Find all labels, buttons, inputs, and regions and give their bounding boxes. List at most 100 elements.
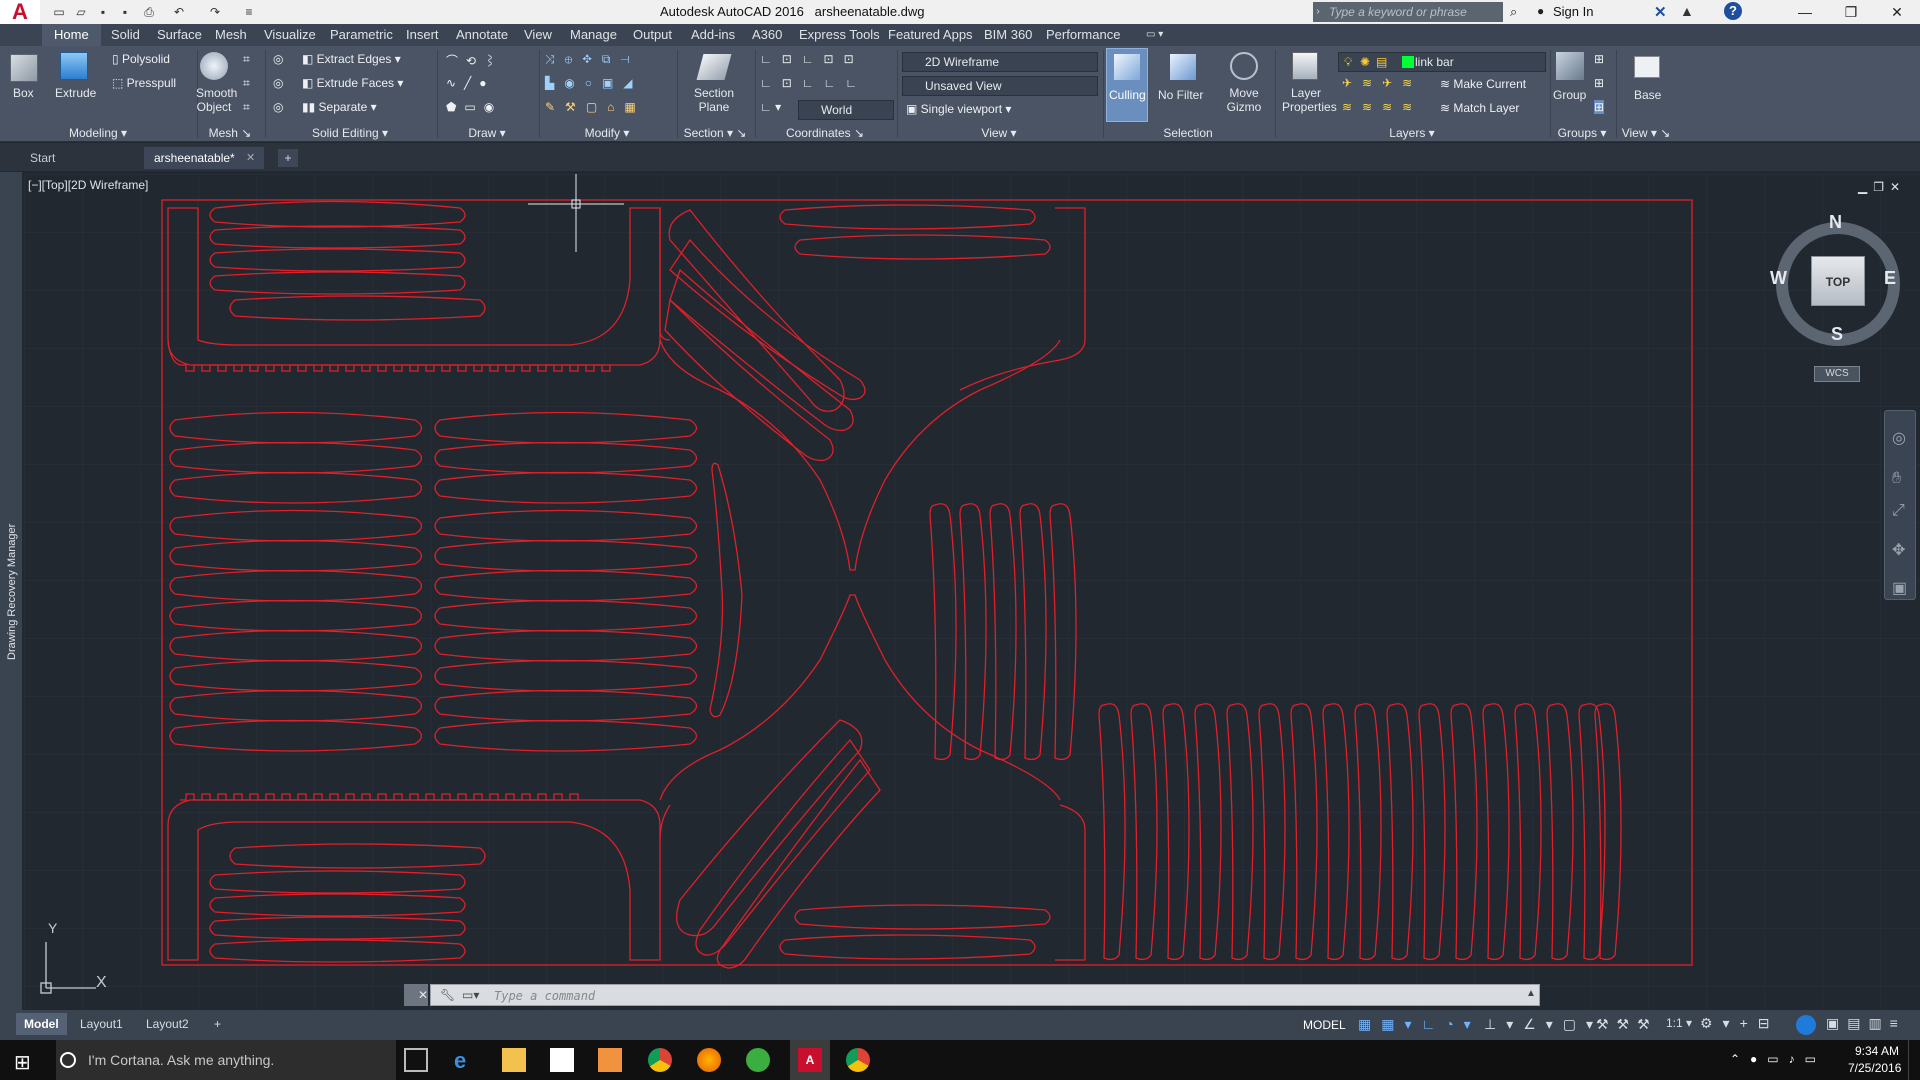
firefox-icon[interactable] bbox=[697, 1048, 721, 1072]
a360-icon[interactable]: ▲ bbox=[1680, 3, 1694, 19]
panel-title-solid-editing[interactable]: Solid Editing ▾ bbox=[265, 124, 435, 142]
utorrent-icon[interactable] bbox=[746, 1048, 770, 1072]
mesh-tool-2-icon[interactable]: ⌗ bbox=[243, 76, 250, 91]
sign-in-button[interactable]: Sign In bbox=[1553, 4, 1593, 19]
command-history-icon[interactable]: ▭▾ bbox=[462, 988, 479, 1002]
annotation-scale-dropdown[interactable]: 1:1 ▾ bbox=[1666, 1016, 1692, 1030]
extrude-faces-button[interactable]: ◧ Extrude Faces ▾ bbox=[302, 76, 403, 90]
viewcube-top-face[interactable]: TOP bbox=[1811, 256, 1865, 306]
group-button[interactable]: Group bbox=[1553, 88, 1586, 102]
named-view-dropdown[interactable]: Unsaved View bbox=[902, 76, 1098, 96]
wcs-dropdown[interactable]: WCS bbox=[1814, 366, 1860, 382]
ribbon-toggle-icon[interactable]: ▭ ▾ bbox=[1146, 24, 1163, 46]
command-close-icon[interactable]: ✕ bbox=[418, 988, 428, 1002]
tab-annotate[interactable]: Annotate bbox=[456, 24, 508, 46]
viewcube-west[interactable]: W bbox=[1770, 268, 1787, 289]
panel-title-layers[interactable]: Layers ▾ bbox=[1275, 124, 1549, 142]
section-plane-icon[interactable] bbox=[696, 54, 732, 80]
viewport-controls-label[interactable]: [−][Top][2D Wireframe] bbox=[28, 178, 148, 192]
tab-express-tools[interactable]: Express Tools bbox=[799, 24, 880, 46]
draw-tools-row-3[interactable]: ⬟▭◉ bbox=[446, 100, 502, 114]
system-tray-icons[interactable]: ⌃●▭♪▭ bbox=[1730, 1052, 1826, 1066]
layer-tools-row-3[interactable]: ≋≋≋≋ bbox=[1342, 100, 1422, 114]
viewport-window-controls[interactable]: ▁❐✕ bbox=[1858, 180, 1906, 194]
help-icon[interactable]: ? bbox=[1724, 2, 1742, 20]
steering-wheel-icon[interactable]: ◎ bbox=[1892, 428, 1906, 448]
make-current-button[interactable]: ≋ Make Current bbox=[1440, 77, 1526, 91]
panel-title-section[interactable]: Section ▾ ↘ bbox=[677, 124, 753, 142]
box-icon[interactable] bbox=[10, 54, 38, 82]
panel-title-modeling[interactable]: Modeling ▾ bbox=[0, 124, 196, 142]
panel-title-view[interactable]: View ▾ bbox=[897, 124, 1101, 142]
command-input[interactable]: Type a command bbox=[494, 989, 595, 1003]
store-icon[interactable] bbox=[550, 1048, 574, 1072]
subtract-icon[interactable]: ◎ bbox=[273, 76, 283, 90]
panel-title-coordinates[interactable]: Coordinates ↘ bbox=[755, 124, 895, 142]
base-icon[interactable] bbox=[1634, 56, 1660, 78]
status-tray-icons[interactable]: ▣▤▥≡ bbox=[1826, 1015, 1906, 1032]
command-expand-icon[interactable]: ▲ bbox=[1526, 988, 1536, 999]
binoculars-icon[interactable]: ⌕ bbox=[1510, 4, 1517, 20]
showmotion-icon[interactable]: ▣ bbox=[1892, 578, 1907, 598]
group-icon[interactable] bbox=[1556, 52, 1584, 80]
extrude-button[interactable]: Extrude bbox=[55, 86, 96, 100]
chrome-icon[interactable] bbox=[648, 1048, 672, 1072]
new-tab-icon[interactable]: + bbox=[278, 149, 298, 167]
group-edit-icon[interactable]: ⊞ bbox=[1594, 76, 1604, 90]
viewport-config-button[interactable]: ▣ Single viewport ▾ bbox=[906, 102, 1011, 116]
open-file-icon[interactable]: ▱ bbox=[72, 3, 90, 21]
tab-home[interactable]: Home bbox=[42, 24, 101, 46]
panel-title-view-2[interactable]: View ▾ ↘ bbox=[1616, 124, 1676, 142]
section-plane-button[interactable]: Section Plane bbox=[692, 86, 736, 114]
ucs-world-dropdown[interactable]: World bbox=[798, 100, 894, 120]
pan-icon[interactable]: ✋︎ bbox=[1892, 470, 1901, 488]
tab-surface[interactable]: Surface bbox=[157, 24, 202, 46]
move-gizmo-button[interactable]: Move Gizmo bbox=[1226, 86, 1262, 114]
status-toggles-mid[interactable]: ⊥▾∠▾▢▾ bbox=[1484, 1016, 1603, 1033]
viewcube-north[interactable]: N bbox=[1829, 212, 1842, 233]
edge-icon[interactable]: e bbox=[454, 1048, 478, 1073]
windows-start-icon[interactable]: ⊞ bbox=[14, 1050, 31, 1075]
chrome-2-icon[interactable] bbox=[846, 1048, 870, 1072]
save-as-icon[interactable]: ▪ bbox=[116, 3, 134, 21]
draw-tools-row-2[interactable]: ∿╱● bbox=[446, 76, 495, 90]
viewcube-east[interactable]: E bbox=[1884, 268, 1896, 289]
ungroup-icon[interactable]: ⊞ bbox=[1594, 52, 1604, 66]
panel-title-groups[interactable]: Groups ▾ bbox=[1550, 124, 1614, 142]
close-tab-icon[interactable]: ✕ bbox=[246, 151, 255, 164]
tab-performance[interactable]: Performance bbox=[1046, 24, 1120, 46]
new-file-icon[interactable]: ▭ bbox=[50, 3, 68, 21]
extract-edges-button[interactable]: ◧ Extract Edges ▾ bbox=[302, 52, 401, 66]
plot-icon[interactable]: ⎙ bbox=[140, 3, 158, 21]
modify-tools-row-1[interactable]: ⤨⊕✥⧉⊣ bbox=[545, 52, 640, 67]
save-icon[interactable]: ▪ bbox=[94, 3, 112, 21]
restore-icon[interactable]: ❐ bbox=[1828, 0, 1874, 24]
tab-layout2[interactable]: Layout2 bbox=[138, 1013, 197, 1035]
annotation-tools[interactable]: ⚒⚒⚒ bbox=[1596, 1016, 1658, 1033]
clock-date[interactable]: 7/25/2016 bbox=[1848, 1061, 1901, 1075]
add-layout-icon[interactable]: + bbox=[206, 1013, 229, 1035]
tab-manage[interactable]: Manage bbox=[570, 24, 617, 46]
smooth-object-button[interactable]: Smooth Object bbox=[196, 86, 237, 114]
draw-tools-row-1[interactable]: ⌒⟲⌇ bbox=[446, 52, 504, 69]
zoom-extents-icon[interactable]: ⤢ bbox=[1892, 502, 1905, 520]
modify-tools-row-2[interactable]: ▙◉○▣◢ bbox=[545, 76, 643, 90]
layer-tools-row-2[interactable]: ✈≋✈≋ bbox=[1342, 76, 1422, 90]
redo-icon[interactable]: ↷ bbox=[206, 3, 224, 21]
union-icon[interactable]: ◎ bbox=[273, 52, 283, 66]
box-button[interactable]: Box bbox=[13, 86, 34, 100]
orbit-icon[interactable]: ✥ bbox=[1892, 540, 1905, 560]
modify-tools-row-3[interactable]: ✎⚒▢⌂▦ bbox=[545, 100, 646, 114]
tab-featured-apps[interactable]: Featured Apps bbox=[888, 24, 973, 46]
undo-icon[interactable]: ↶ bbox=[170, 3, 188, 21]
tab-a360[interactable]: A360 bbox=[752, 24, 782, 46]
separate-button[interactable]: ▮▮ Separate ▾ bbox=[302, 100, 377, 114]
command-line[interactable] bbox=[430, 984, 1540, 1006]
clock-time[interactable]: 9:34 AM bbox=[1855, 1044, 1899, 1058]
ucs-tools-row-1[interactable]: ∟⊡∟⊡⊡ bbox=[760, 52, 864, 66]
viewcube-south[interactable]: S bbox=[1831, 324, 1843, 345]
task-view-icon[interactable] bbox=[404, 1048, 428, 1072]
visual-style-dropdown[interactable]: 2D Wireframe bbox=[902, 52, 1098, 72]
close-icon[interactable]: ✕ bbox=[1874, 0, 1920, 24]
presspull-button[interactable]: ⬚ Presspull bbox=[112, 76, 176, 90]
